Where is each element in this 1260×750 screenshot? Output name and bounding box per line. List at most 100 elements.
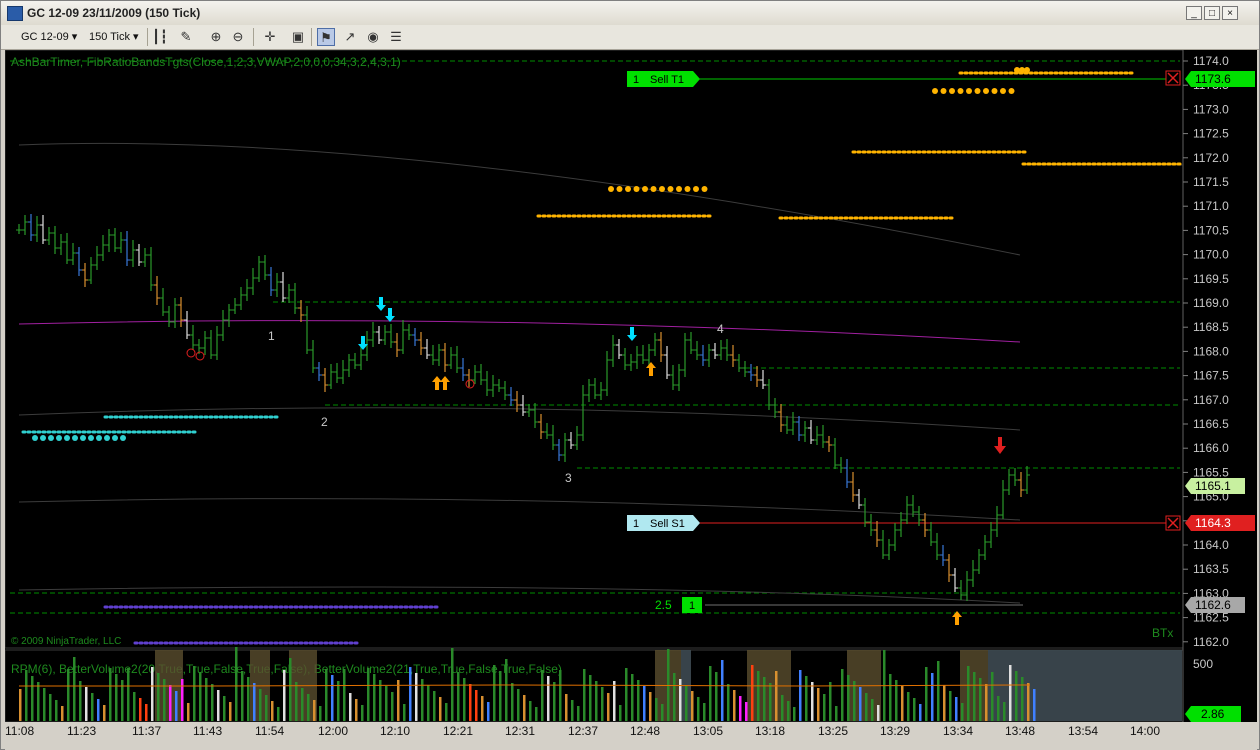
- volume-bar: [1033, 689, 1036, 721]
- volume-bar: [901, 686, 904, 721]
- volume-bar: [907, 692, 910, 721]
- volume-bar: [265, 695, 268, 721]
- position-avg: 2.5: [655, 598, 672, 612]
- time-tick-label: 13:25: [818, 724, 849, 738]
- target-dot: [932, 88, 938, 94]
- volume-bar: [409, 667, 412, 721]
- volume-bar: [97, 699, 100, 721]
- volume-bar: [433, 691, 436, 721]
- volume-bar: [469, 684, 472, 721]
- volume-bar: [325, 669, 328, 721]
- volume-bar: [649, 692, 652, 721]
- time-tick-label: 13:29: [880, 724, 911, 738]
- data-box-icon[interactable]: ☰: [387, 28, 405, 46]
- volume-bar: [619, 705, 622, 721]
- draw-pencil-icon[interactable]: ✎: [177, 28, 195, 46]
- volume-bar: [763, 677, 766, 721]
- volume-bar: [289, 658, 292, 721]
- bar-style-icon[interactable]: ┃┇: [151, 28, 169, 46]
- copyright-label: © 2009 NinjaTrader, LLC: [11, 636, 121, 647]
- volume-bar: [319, 706, 322, 721]
- volume-bar: [943, 685, 946, 721]
- volume-bar: [1027, 683, 1030, 721]
- volume-bar: [715, 672, 718, 721]
- volume-bar: [673, 673, 676, 721]
- time-tick-label: 11:43: [193, 724, 223, 738]
- price-tick-label: 1167.0: [1193, 393, 1229, 407]
- target-dot: [693, 186, 699, 192]
- time-tick-label: 12:31: [505, 724, 536, 738]
- chart-area[interactable]: AshBarTimer, FibRatioBandsTgts(Close,1,2…: [4, 49, 1257, 723]
- title-bar[interactable]: GC 12-09 23/11/2009 (150 Tick) _ □ ×: [1, 1, 1259, 26]
- target-dot: [650, 186, 657, 192]
- volume-bar: [589, 675, 592, 721]
- sell-t1-order[interactable]: 1 Sell T1: [627, 71, 700, 87]
- target-dot: [633, 186, 640, 192]
- volume-bar: [829, 682, 832, 721]
- target-dot: [684, 186, 691, 192]
- volume-bar: [349, 693, 352, 721]
- maximize-button[interactable]: □: [1204, 6, 1220, 20]
- zoom-out-icon[interactable]: ⊖: [229, 28, 247, 46]
- chart-trader-icon[interactable]: ◉: [364, 28, 382, 46]
- target-dot: [56, 435, 62, 441]
- instrument-dropdown[interactable]: GC 12-09 ▾: [17, 28, 81, 46]
- volume-bar: [91, 693, 94, 721]
- volume-bar: [757, 671, 760, 721]
- close-button[interactable]: ×: [1222, 6, 1238, 20]
- cancel-t1-button[interactable]: [1165, 70, 1181, 86]
- volume-bar: [979, 678, 982, 721]
- target-dot: [983, 88, 989, 94]
- minimize-button[interactable]: _: [1186, 6, 1202, 20]
- volume-bar: [37, 682, 40, 721]
- volume-bar: [877, 705, 880, 721]
- price-chart[interactable]: AshBarTimer, FibRatioBandsTgts(Close,1,2…: [4, 49, 1257, 723]
- target-dot: [120, 435, 126, 441]
- strategy-icon[interactable]: ⚑: [317, 28, 335, 46]
- order-qty: 1: [633, 518, 639, 530]
- wave-label: 1: [268, 329, 275, 343]
- order-label: Sell T1: [650, 74, 684, 86]
- volume-bar: [961, 703, 964, 721]
- target-dot: [608, 186, 614, 192]
- crosshair-icon[interactable]: ✛: [261, 28, 279, 46]
- volume-bar: [331, 675, 334, 721]
- sell-s1-order[interactable]: 1 Sell S1: [627, 515, 700, 531]
- time-tick-label: 11:54: [255, 724, 285, 738]
- volume-bar: [301, 688, 304, 721]
- volume-bar: [385, 686, 388, 721]
- target-dot: [72, 435, 78, 441]
- period-dropdown[interactable]: 150 Tick ▾: [85, 28, 143, 46]
- volume-bar: [493, 665, 496, 721]
- window-title: GC 12-09 23/11/2009 (150 Tick): [27, 6, 201, 20]
- volume-bar: [637, 680, 640, 721]
- volume-bar: [199, 672, 202, 721]
- volume-bar: [445, 703, 448, 721]
- volume-bar: [1021, 677, 1024, 721]
- volume-bar: [607, 693, 610, 721]
- volume-bar: [997, 696, 1000, 721]
- price-tick-label: 1174.0: [1193, 54, 1229, 68]
- properties-icon[interactable]: ▣: [289, 28, 307, 46]
- target-dot: [625, 186, 631, 192]
- time-tick-label: 12:48: [630, 724, 661, 738]
- volume-bar: [271, 701, 274, 721]
- price-tick-label: 1171.5: [1193, 175, 1229, 189]
- target-dot: [32, 435, 38, 441]
- instrument-label: GC 12-09: [21, 31, 69, 43]
- chart-window: GC 12-09 23/11/2009 (150 Tick) _ □ × GC …: [0, 0, 1260, 750]
- volume-bar: [853, 681, 856, 721]
- price-tag-text: 1164.3: [1195, 516, 1231, 530]
- indicator-icon[interactable]: ↗: [341, 28, 359, 46]
- wave-label: 4: [717, 322, 724, 336]
- volume-bar: [25, 670, 28, 721]
- zoom-in-icon[interactable]: ⊕: [207, 28, 225, 46]
- volume-bar: [583, 669, 586, 721]
- price-tick-label: 1172.5: [1193, 127, 1229, 141]
- price-tick-label: 1166.0: [1193, 441, 1229, 455]
- time-tick-label: 11:08: [5, 724, 35, 738]
- volume-bar: [733, 690, 736, 721]
- cancel-s1-button[interactable]: [1165, 515, 1181, 531]
- volume-bar: [295, 682, 298, 721]
- volume-bar: [925, 667, 928, 721]
